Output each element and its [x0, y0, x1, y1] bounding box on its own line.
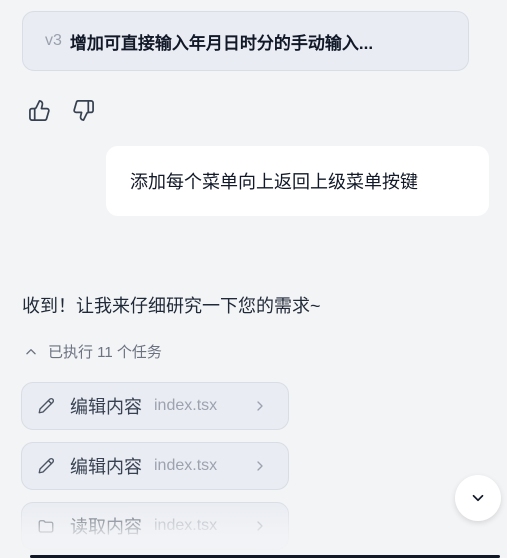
tasks-toggle[interactable]: 已执行 11 个任务 [24, 341, 162, 362]
feedback-actions [26, 97, 96, 123]
task-label: 编辑内容 [70, 457, 142, 477]
user-message-text: 添加每个菜单向上返回上级菜单按键 [130, 172, 418, 192]
task-item[interactable]: 编辑内容 index.tsx [21, 382, 289, 430]
chevron-up-icon [24, 345, 38, 359]
chevron-down-icon [469, 489, 487, 507]
thumbs-down-icon[interactable] [70, 97, 96, 123]
tasks-toggle-label: 已执行 11 个任务 [48, 344, 162, 361]
user-message-bubble: 添加每个菜单向上返回上级菜单按键 [106, 146, 489, 216]
task-file: index.tsx [154, 517, 218, 534]
chevron-right-icon [252, 518, 268, 534]
scroll-to-bottom-button[interactable] [455, 475, 501, 521]
chevron-right-icon [252, 458, 268, 474]
version-tag: v3 [45, 32, 62, 49]
task-file: index.tsx [154, 397, 218, 414]
folder-icon [36, 516, 56, 536]
task-label: 读取内容 [70, 517, 142, 537]
task-item[interactable]: 读取内容 index.tsx [21, 502, 289, 550]
chevron-right-icon [252, 398, 268, 414]
task-label: 编辑内容 [70, 397, 142, 417]
pencil-icon [36, 396, 56, 416]
pencil-icon [36, 456, 56, 476]
task-item[interactable]: 编辑内容 index.tsx [21, 442, 289, 490]
assistant-message: 收到！让我来仔细研究一下您的需求~ [22, 296, 321, 316]
version-title: 增加可直接输入年月日时分的手动输入... [69, 33, 374, 53]
thumbs-up-icon[interactable] [26, 97, 52, 123]
task-file: index.tsx [154, 457, 218, 474]
version-card[interactable]: v3 增加可直接输入年月日时分的手动输入... [22, 11, 469, 71]
